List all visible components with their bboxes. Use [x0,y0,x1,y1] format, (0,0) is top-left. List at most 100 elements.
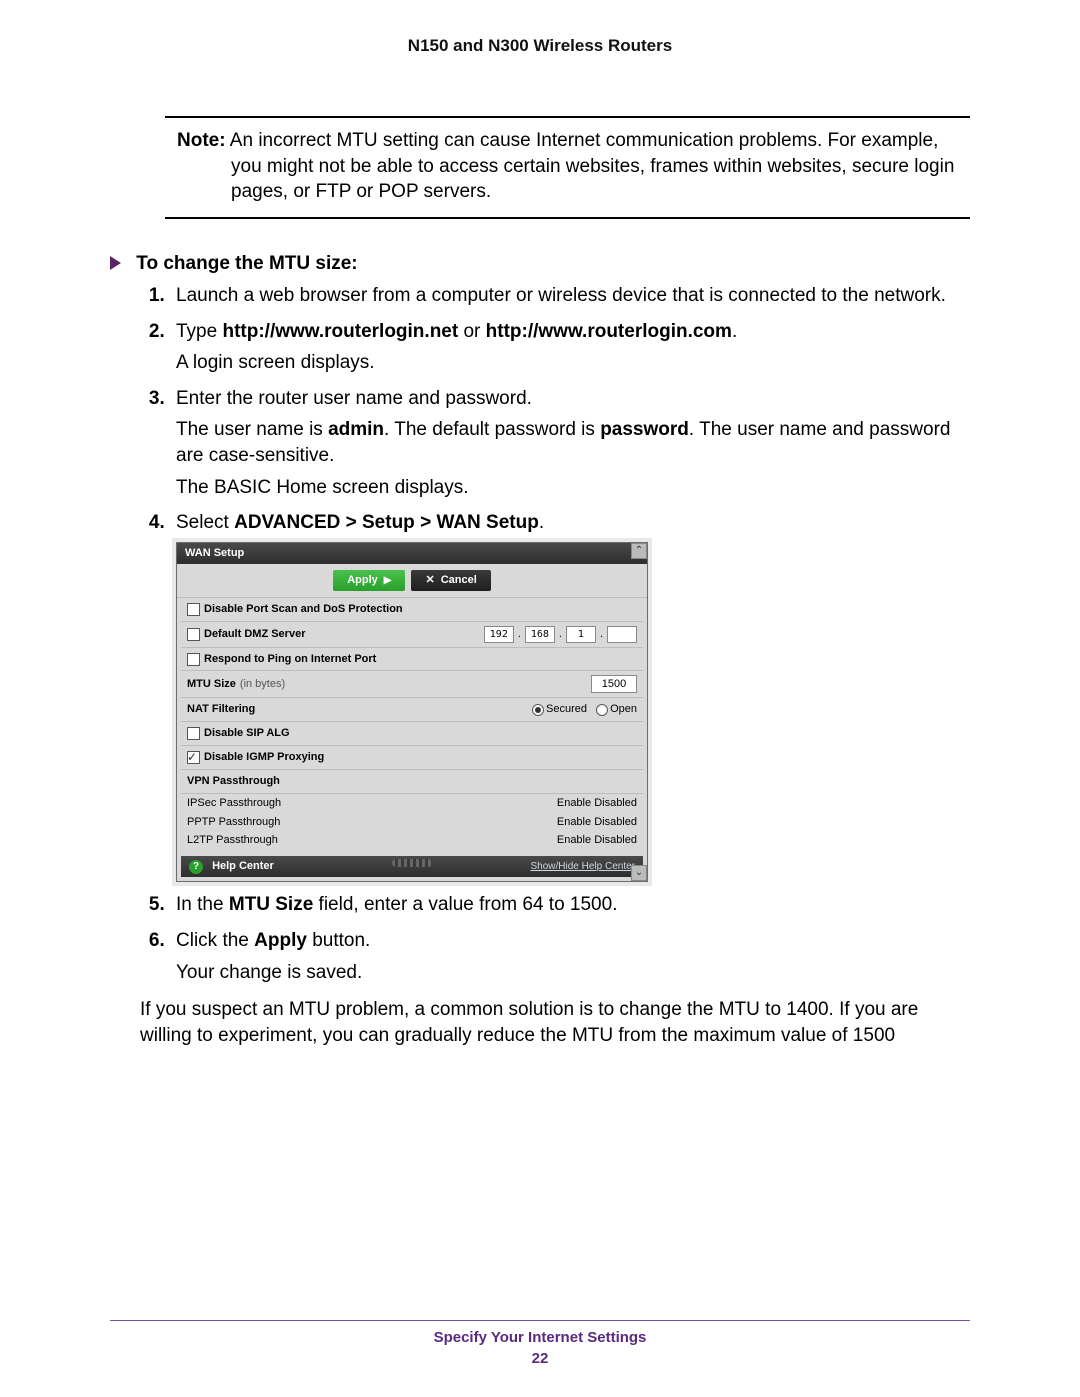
cancel-button[interactable]: ✕ Cancel [411,570,490,591]
s6p: Your change is saved. [176,960,970,986]
show-hide-link[interactable]: Show/Hide Help Center [531,860,636,874]
scroll-down-icon[interactable]: ⌄ [631,865,647,881]
wan-setup-body: Disable Port Scan and DoS Protection Def… [177,598,647,882]
checkbox-respond-ping[interactable] [187,653,200,666]
row-pptp: PPTP Passthrough Enable Disabled [181,813,643,832]
radio-open[interactable] [596,704,608,716]
step-2-url2: http://www.routerlogin.com [486,321,732,342]
label-ipsec: IPSec Passthrough [187,796,281,811]
close-icon: ✕ [425,573,434,588]
procedure-steps: Launch a web browser from a computer or … [110,283,970,985]
step-5: In the MTU Size field, enter a value fro… [170,892,970,918]
s3a: The user name is [176,419,328,440]
wan-setup-title: WAN Setup [177,543,647,564]
button-bar: Apply ▶ ✕ Cancel [177,564,647,598]
step-4-b: ADVANCED > Setup > WAN Setup [234,512,539,533]
s6b: Apply [254,930,307,951]
step-3-p3: The BASIC Home screen displays. [176,475,970,501]
step-6: Click the Apply button. Your change is s… [170,928,970,985]
row-disable-portscan: Disable Port Scan and DoS Protection [181,598,643,622]
trailing-paragraph: If you suspect an MTU problem, a common … [140,997,970,1048]
step-3-p1: Enter the router user name and password. [176,388,532,409]
s6c: button. [307,930,370,951]
dmz-o3[interactable]: 1 [566,626,596,643]
label-disabled-1: Disabled [594,797,637,809]
label-mtu-b: (in bytes) [240,677,285,692]
s3b: admin [328,419,384,440]
s3c: . The default password is [384,419,600,440]
row-default-dmz: Default DMZ Server 192. 168. 1. [181,622,643,648]
note-label: Note: [177,130,226,151]
dmz-o4[interactable] [607,626,637,643]
help-label: Help Center [212,860,274,872]
step-2-url1: http://www.routerlogin.net [222,321,458,342]
dmz-octets: 192. 168. 1. [484,626,637,643]
label-open: Open [610,703,637,715]
label-mtu-a: MTU Size [187,677,236,692]
note-text: Note: An incorrect MTU setting can cause… [171,128,964,205]
cancel-label: Cancel [441,573,477,588]
label-disabled-3: Disabled [594,834,637,846]
scroll-up-icon[interactable]: ⌃ [631,543,647,559]
label-l2tp: L2TP Passthrough [187,833,278,848]
step-3-p2: The user name is admin. The default pass… [176,417,970,468]
label-nat: NAT Filtering [187,702,255,717]
step-1: Launch a web browser from a computer or … [170,283,970,309]
step-1-text: Launch a web browser from a computer or … [176,285,946,306]
s5a: In the [176,894,229,915]
s6a: Click the [176,930,254,951]
pptp-options: Enable Disabled [557,815,637,830]
row-l2tp: L2TP Passthrough Enable Disabled [181,831,643,850]
grip-icon[interactable] [392,859,432,867]
dmz-o1[interactable]: 192 [484,626,514,643]
step-4-pre: Select [176,512,234,533]
label-pptp: PPTP Passthrough [187,815,280,830]
label-disabled-2: Disabled [594,816,637,828]
document-page: N150 and N300 Wireless Routers Note: An … [0,0,1080,1397]
row-respond-ping: Respond to Ping on Internet Port [181,648,643,672]
procedure-heading-text: To change the MTU size: [136,253,357,274]
label-secured: Secured [546,703,587,715]
nat-options: Secured Open [526,702,637,717]
checkbox-default-dmz[interactable] [187,628,200,641]
l2tp-options: Enable Disabled [557,833,637,848]
label-disable-sip: Disable SIP ALG [204,726,290,741]
ipsec-options: Enable Disabled [557,796,637,811]
row-disable-sip: Disable SIP ALG [181,722,643,746]
footer-page-number: 22 [110,1350,970,1367]
mtu-size-input[interactable]: 1500 [591,675,637,693]
running-header: N150 and N300 Wireless Routers [110,36,970,56]
s3d: password [600,419,689,440]
checkbox-disable-portscan[interactable] [187,603,200,616]
row-nat-filtering: NAT Filtering Secured Open [181,698,643,722]
row-mtu-size: MTU Size (in bytes) 1500 [181,671,643,698]
step-2-pre: Type [176,321,222,342]
step-4-post: . [539,512,544,533]
step-3: Enter the router user name and password.… [170,386,970,501]
s5c: field, enter a value from 64 to 1500. [313,894,617,915]
chevron-right-icon [110,256,121,270]
step-2-p2: A login screen displays. [176,350,970,376]
page-footer: Specify Your Internet Settings 22 [110,1320,970,1367]
label-default-dmz: Default DMZ Server [204,627,305,642]
radio-secured[interactable] [532,704,544,716]
note-box: Note: An incorrect MTU setting can cause… [165,116,970,219]
label-disable-igmp: Disable IGMP Proxying [204,750,324,765]
s5b: MTU Size [229,894,313,915]
label-disable-portscan: Disable Port Scan and DoS Protection [204,602,403,617]
help-center-bar[interactable]: ? Help Center Show/Hide Help Center [181,856,643,877]
help-icon: ? [189,860,203,874]
checkbox-disable-igmp[interactable] [187,751,200,764]
dmz-o2[interactable]: 168 [525,626,555,643]
checkbox-disable-sip[interactable] [187,727,200,740]
step-2-mid: or [458,321,485,342]
procedure-heading: To change the MTU size: [110,253,970,275]
apply-button[interactable]: Apply ▶ [333,570,405,591]
step-2: Type http://www.routerlogin.net or http:… [170,319,970,376]
footer-section: Specify Your Internet Settings [110,1329,970,1346]
chevron-right-icon: ▶ [384,574,392,588]
label-respond-ping: Respond to Ping on Internet Port [204,652,376,667]
row-ipsec: IPSec Passthrough Enable Disabled [181,794,643,813]
note-body: An incorrect MTU setting can cause Inter… [230,130,955,202]
label-enable-1: Enable [557,797,591,809]
